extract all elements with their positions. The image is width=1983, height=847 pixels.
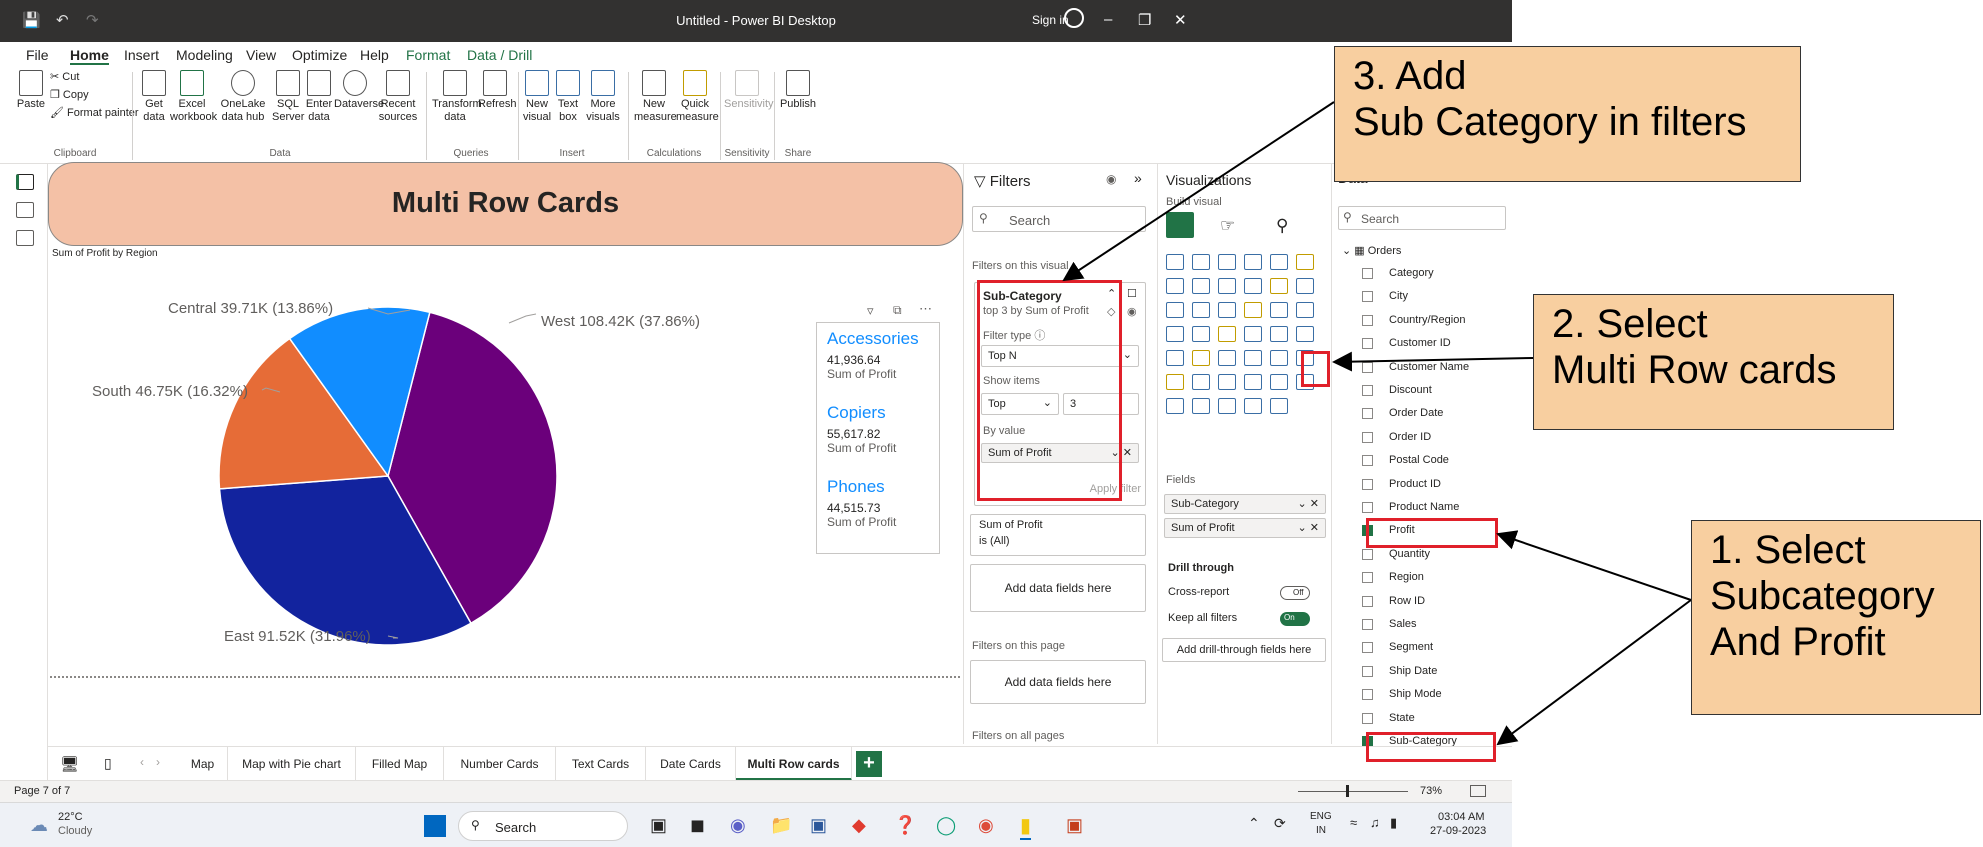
arrow-step1a: [1496, 530, 1692, 601]
callout-step3: 3. Add Sub Category in filters: [1334, 46, 1801, 182]
arrow-step3: [1062, 101, 1335, 282]
arrow-step2: [1332, 351, 1534, 372]
arrow-step1b: [1496, 599, 1692, 746]
callout-step2: 2. Select Multi Row cards: [1533, 294, 1894, 430]
callout-step1: 1. Select Subcategory And Profit: [1691, 520, 1981, 715]
